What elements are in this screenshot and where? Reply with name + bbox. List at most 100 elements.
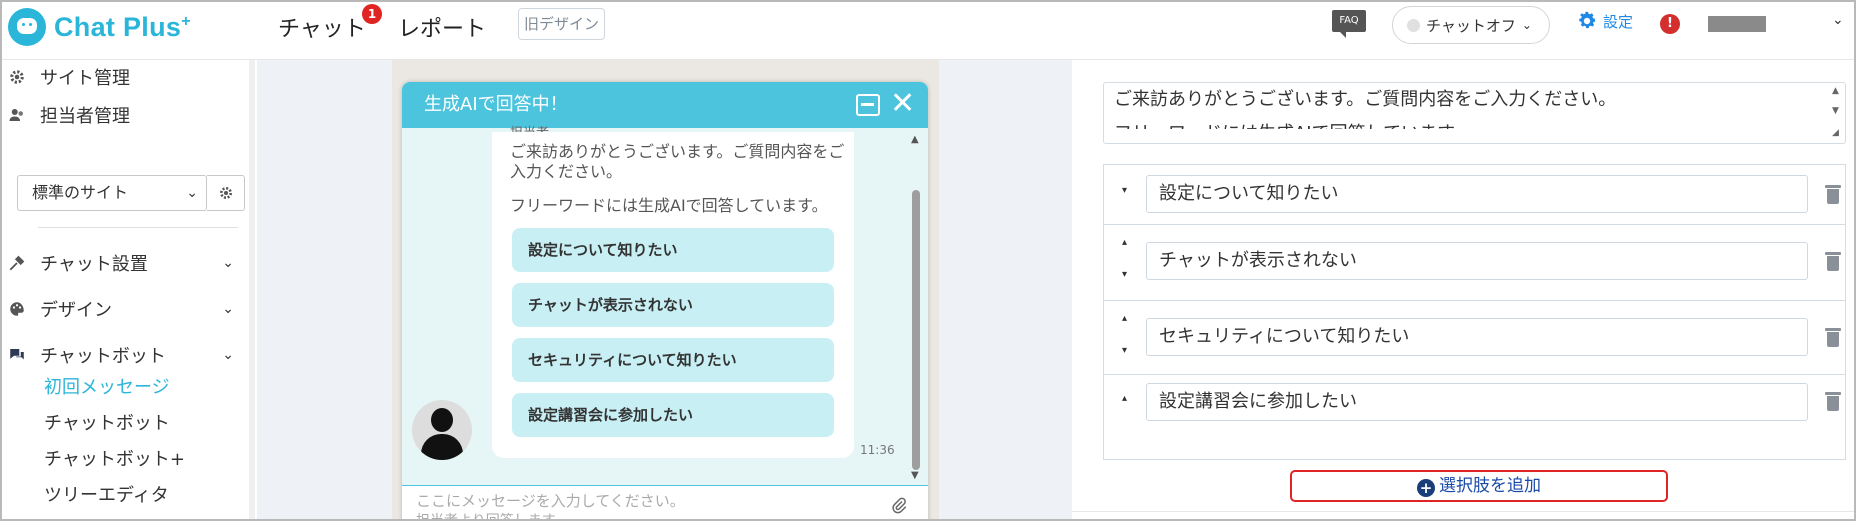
sidebar-subitem-first-message[interactable]: 初回メッセージ — [44, 373, 170, 399]
message-text-line: 入力ください。 — [510, 162, 623, 181]
move-down-icon[interactable]: ▾ — [1122, 269, 1127, 280]
chat-plus-logo-icon — [8, 8, 46, 46]
chevron-down-icon: ⌄ — [222, 347, 234, 363]
logo[interactable]: Chat Plus+ — [8, 8, 191, 46]
move-up-icon[interactable]: ▴ — [1122, 313, 1127, 324]
choice-input[interactable]: チャットが表示されない — [1146, 242, 1808, 280]
tools-icon — [9, 255, 25, 271]
message-input-subtext: 担当者より回答します — [416, 510, 556, 519]
widget-scrollbar[interactable]: ▲ ▼ — [910, 134, 922, 482]
sidebar-item-label: 担当者管理 — [40, 106, 130, 127]
message-text-line: ご来訪ありがとうございます。ご質問内容をご — [510, 142, 845, 161]
users-icon — [9, 109, 23, 121]
sidebar-item-label: デザイン — [40, 300, 112, 321]
sidebar-subitem-chatbot-plus[interactable]: チャットボット+ — [44, 445, 185, 471]
sidebar-subitem-chatbot[interactable]: チャットボット — [44, 409, 170, 435]
scrollbar-thumb[interactable] — [912, 190, 920, 470]
app-window: Chat Plus+ チャット 1 レポート 旧デザイン FAQ チャットオフ … — [0, 0, 1856, 521]
add-choice-label: 選択肢を追加 — [1439, 476, 1541, 496]
alert-icon[interactable]: ! — [1660, 14, 1680, 34]
choice-option[interactable]: 設定について知りたい — [512, 228, 834, 272]
gear-icon — [1579, 11, 1596, 29]
minimize-icon[interactable] — [856, 94, 880, 116]
site-settings-button[interactable] — [207, 175, 245, 211]
nav-report[interactable]: レポート — [398, 11, 486, 43]
scroll-down-icon[interactable]: ▼ — [911, 470, 919, 481]
sidebar-item-label: チャットボット — [40, 346, 166, 367]
chat-bubbles-icon — [10, 349, 24, 360]
sidebar-divider — [38, 227, 238, 228]
add-choice-button[interactable]: + 選択肢を追加 — [1290, 470, 1668, 502]
sidebar-item-label: チャット設置 — [40, 254, 148, 275]
choice-input[interactable]: 設定講習会に参加したい — [1146, 383, 1808, 421]
faq-icon[interactable]: FAQ — [1332, 10, 1366, 38]
paperclip-icon[interactable] — [890, 496, 908, 516]
trash-icon[interactable] — [1825, 392, 1841, 412]
sidebar-item-design[interactable]: デザイン ⌄ — [2, 292, 242, 326]
choice-option[interactable]: 設定講習会に参加したい — [512, 393, 834, 437]
first-message-textarea[interactable]: ご来訪ありがとうございます。ご質問内容をご入力ください。 フリーワードには生成A… — [1103, 82, 1846, 144]
textarea-line: ご来訪ありがとうございます。ご質問内容をご入力ください。 — [1114, 89, 1617, 110]
user-name-redacted[interactable] — [1708, 16, 1766, 32]
move-down-icon[interactable]: ▾ — [1122, 345, 1127, 356]
scroll-up-icon[interactable]: ▲ — [911, 134, 919, 145]
divider — [1072, 511, 1854, 512]
user-menu-chevron-icon[interactable]: ⌄ — [1832, 12, 1844, 28]
logo-text: Chat Plus+ — [54, 11, 191, 42]
choice-option[interactable]: セキュリティについて知りたい — [512, 338, 834, 382]
chat-status-label: チャットオフ — [1426, 16, 1516, 35]
settings-button[interactable]: 設定 — [1576, 10, 1633, 32]
gear-icon — [10, 70, 24, 84]
chat-notification-badge: 1 — [362, 4, 382, 24]
message-timestamp: 11:36 — [860, 443, 895, 457]
chevron-down-icon: ⌄ — [186, 185, 198, 201]
choice-input[interactable]: セキュリティについて知りたい — [1146, 318, 1808, 356]
trash-icon[interactable] — [1825, 185, 1841, 205]
move-down-icon[interactable]: ▾ — [1122, 185, 1127, 196]
old-design-button[interactable]: 旧デザイン — [518, 8, 605, 40]
choice-row: ▴ ▾ セキュリティについて知りたい — [1104, 301, 1845, 375]
textarea-line: フリーワードには生成AIで回答しています。 — [1114, 121, 1835, 129]
plus-circle-icon: + — [1417, 479, 1435, 497]
sidebar-item-label: サイト管理 — [40, 68, 130, 89]
sidebar-item-chat-setup[interactable]: チャット設置 ⌄ — [2, 246, 242, 280]
status-dot-icon — [1407, 18, 1420, 32]
textarea-scrollbar[interactable]: ▲ ▼ ◢ — [1830, 84, 1844, 142]
chevron-down-icon: ⌄ — [222, 255, 234, 271]
sidebar-scrollbar[interactable] — [249, 60, 255, 519]
settings-label: 設定 — [1603, 12, 1634, 31]
choice-input[interactable]: 設定について知りたい — [1146, 175, 1808, 213]
choices-list: ▾ 設定について知りたい ▴ ▾ チャットが表示されない ▴ ▾ セキュリティに… — [1103, 164, 1846, 460]
widget-header: 生成AIで回答中！ — [402, 82, 928, 128]
move-up-icon[interactable]: ▴ — [1122, 393, 1127, 404]
scroll-up-icon[interactable]: ▲ — [1832, 86, 1839, 96]
chat-status-dropdown[interactable]: チャットオフ ⌄ — [1392, 6, 1550, 44]
choice-row: ▾ 設定について知りたい — [1104, 165, 1845, 225]
resize-handle-icon[interactable]: ◢ — [1832, 128, 1839, 138]
trash-icon[interactable] — [1825, 252, 1841, 272]
chevron-down-icon: ⌄ — [1521, 18, 1532, 32]
sidebar: サイト管理 担当者管理 標準のサイト ⌄ チャット設置 ⌄ デザイン ⌄ チャッ… — [2, 60, 255, 519]
palette-icon — [10, 302, 24, 316]
message-text-line: フリーワードには生成AIで回答しています。 — [510, 196, 828, 215]
agent-label: 担当者 — [510, 122, 549, 132]
gear-icon — [219, 187, 232, 199]
site-select-value: 標準のサイト — [32, 183, 129, 202]
sidebar-item-chatbot[interactable]: チャットボット ⌄ — [2, 338, 242, 372]
message-input[interactable]: ここにメッセージを入力してください。 担当者より回答します — [402, 485, 928, 519]
trash-icon[interactable] — [1825, 328, 1841, 348]
chat-widget-preview: 生成AIで回答中！ ✕ 担当者 ご来訪ありがとうございます。ご質問内容をご 入力… — [402, 82, 928, 519]
choice-row: ▴ ▾ チャットが表示されない — [1104, 225, 1845, 301]
choice-option[interactable]: チャットが表示されない — [512, 283, 834, 327]
message-input-placeholder: ここにメッセージを入力してください。 — [416, 492, 685, 510]
move-up-icon[interactable]: ▴ — [1122, 237, 1127, 248]
sidebar-item-site-management[interactable]: サイト管理 — [2, 60, 242, 94]
widget-title: 生成AIで回答中！ — [424, 94, 568, 115]
sidebar-subitem-tree-editor[interactable]: ツリーエディタ — [44, 481, 169, 507]
site-select-dropdown[interactable]: 標準のサイト ⌄ — [17, 175, 207, 211]
nav-chat[interactable]: チャット — [278, 11, 366, 43]
choice-row: ▴ 設定講習会に参加したい — [1104, 375, 1845, 460]
close-icon[interactable]: ✕ — [890, 87, 915, 121]
sidebar-item-staff-management[interactable]: 担当者管理 — [2, 98, 242, 132]
scroll-down-icon[interactable]: ▼ — [1832, 106, 1839, 116]
